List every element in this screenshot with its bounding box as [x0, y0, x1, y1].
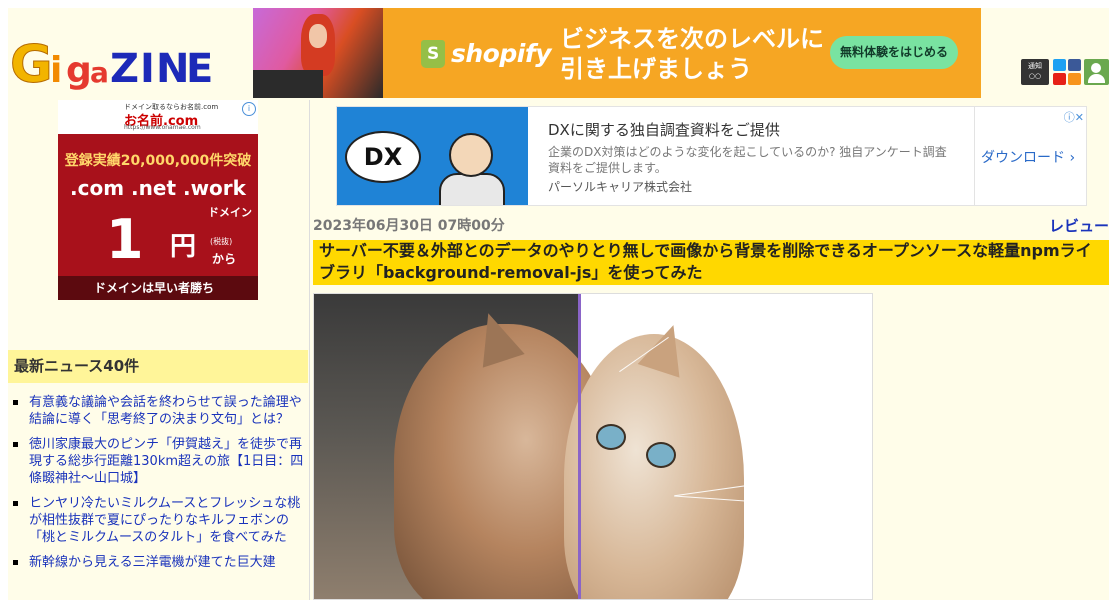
- article-hero-image: [313, 293, 873, 600]
- dx-cloud: DX: [345, 131, 421, 183]
- logo-mark: G i g a Z I N E: [10, 35, 214, 96]
- cat-eye: [596, 424, 626, 450]
- cat-right-half: [564, 334, 744, 599]
- ad-domains: .com .net .work: [70, 176, 246, 200]
- gigazine-logo[interactable]: G i g a Z I N E: [10, 30, 220, 96]
- before-after-divider: [578, 294, 581, 599]
- notification-icon[interactable]: 通知 ○○: [1021, 59, 1049, 85]
- twitter-icon[interactable]: [1053, 59, 1066, 71]
- banner-cta-button[interactable]: 無料体験をはじめる: [830, 36, 958, 69]
- person-illustration-body: [439, 173, 505, 205]
- ad-info-icon[interactable]: i: [242, 102, 256, 116]
- shopify-bag-icon: [421, 40, 445, 68]
- svg-text:i: i: [50, 50, 62, 90]
- dx-ad-separator: [974, 107, 975, 205]
- social-icons: [1053, 59, 1081, 85]
- download-link[interactable]: ダウンロード ›: [981, 147, 1075, 167]
- article-title: サーバー不要＆外部とのデータのやりとり無しで画像から背景を削除できるオープンソー…: [313, 240, 1109, 285]
- ad-yen: 円: [170, 232, 197, 262]
- ad-slogan: ドメインは早い者勝ち: [94, 281, 215, 295]
- ad-domain-label: ドメイン: [208, 206, 252, 219]
- ad-price: 1: [106, 208, 144, 271]
- download-label: ダウンロード: [981, 150, 1065, 166]
- chevron-right-icon: ›: [1069, 150, 1076, 166]
- ad-choices-icons[interactable]: ⓘ✕: [1064, 109, 1084, 125]
- cat-eye: [646, 442, 676, 468]
- ad-badge: 登録実績20,000,000件突破: [64, 153, 252, 169]
- youtube-icon[interactable]: [1053, 73, 1066, 85]
- article-date: 2023年06月30日 07時00分: [313, 218, 505, 234]
- svg-text:G: G: [10, 35, 53, 90]
- facebook-icon[interactable]: [1068, 59, 1081, 71]
- svg-text:a: a: [90, 56, 109, 89]
- news-item[interactable]: ヒンヤリ冷たいミルクムースとフレッシュな桃が相性抜群で夏にぴったりなキルフェボン…: [8, 495, 308, 546]
- svg-text:N: N: [156, 46, 189, 90]
- banner-brand: shopify: [451, 39, 552, 68]
- dx-ad[interactable]: DX DXに関する独自調査資料をご提供 企業のDX対策はどのような変化を起こして…: [336, 106, 1087, 206]
- rss-icon[interactable]: [1068, 73, 1081, 85]
- dx-ad-image: DX: [337, 107, 528, 205]
- svg-text:E: E: [186, 46, 213, 90]
- ad-url: https://www.onamae.com: [124, 124, 201, 131]
- svg-text:I: I: [140, 46, 155, 90]
- banner-headline: ビジネスを次のレベルに引き上げましょう: [560, 25, 824, 83]
- svg-text:Z: Z: [110, 46, 139, 90]
- ad-kara: から: [212, 252, 237, 266]
- news-item[interactable]: 徳川家康最大のピンチ「伊賀越え」を徒歩で再現する総歩行距離130km超えの旅【1…: [8, 436, 308, 487]
- article-category-link[interactable]: レビュー: [1049, 215, 1109, 236]
- news-item[interactable]: 新幹線から見える三洋電機が建てた巨大建: [8, 554, 308, 571]
- news-heading: 最新ニュース40件: [8, 350, 308, 383]
- shopify-banner-ad[interactable]: shopify ビジネスを次のレベルに引き上げましょう 無料体験をはじめる: [253, 8, 981, 98]
- svg-text:g: g: [66, 50, 92, 90]
- notify-label: 通知: [1028, 62, 1042, 70]
- user-icon[interactable]: [1084, 59, 1109, 85]
- person-illustration-head: [449, 133, 493, 177]
- column-divider: [309, 100, 310, 600]
- dx-ad-title[interactable]: DXに関する独自調査資料をご提供: [548, 119, 780, 140]
- dx-ad-description: 企業のDX対策はどのような変化を起こしているのか? 独自アンケート調査資料をご提…: [548, 145, 947, 175]
- ad-tax: (税抜): [210, 237, 233, 246]
- onamae-ad[interactable]: ドメイン取るならお名前.com お名前.com https://www.onam…: [58, 100, 258, 300]
- banner-photo: [253, 8, 383, 98]
- news-list: 有意義な議論や会話を終わらせて誤った論理や結論に導く「思考終了の決まり文句」とは…: [8, 394, 308, 579]
- onamae-ad-header: ドメイン取るならお名前.com お名前.com https://www.onam…: [58, 100, 258, 134]
- news-item[interactable]: 有意義な議論や会話を終わらせて誤った論理や結論に導く「思考終了の決まり文句」とは…: [8, 394, 308, 428]
- dx-ad-company: パーソルキャリア株式会社: [548, 180, 693, 194]
- ad-slogan-bar: ドメインは早い者勝ち: [58, 276, 258, 300]
